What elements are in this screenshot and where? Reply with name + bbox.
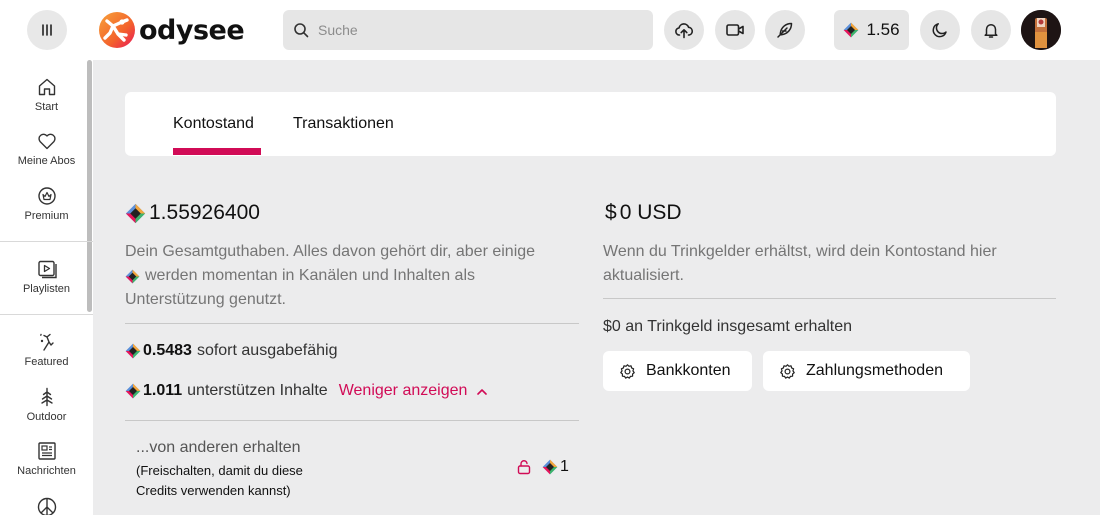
moon-icon bbox=[931, 21, 949, 39]
sidebar-item-featured[interactable]: Featured bbox=[0, 331, 93, 368]
divider bbox=[125, 323, 579, 324]
bank-accounts-label: Bankkonten bbox=[646, 362, 731, 379]
credits-icon bbox=[542, 459, 558, 475]
wallet-tabs: Kontostand Transaktionen bbox=[125, 92, 1056, 156]
received-title: ...von anderen erhalten bbox=[136, 439, 301, 456]
sidebar: Start Meine Abos Premium Playlisten Feat… bbox=[0, 60, 93, 515]
divider bbox=[603, 298, 1056, 299]
usd-total-value: 0 USD bbox=[619, 201, 682, 224]
premium-icon bbox=[36, 185, 58, 207]
unlock-icon[interactable] bbox=[516, 459, 532, 475]
spendable-balance-row: 0.5483 sofort ausgabefähig bbox=[125, 342, 337, 360]
sidebar-item-playlisten[interactable]: Playlisten bbox=[0, 258, 93, 295]
search-icon bbox=[293, 22, 309, 38]
bell-icon bbox=[982, 21, 1000, 39]
tab-kontostand[interactable]: Kontostand bbox=[173, 115, 254, 133]
active-tab-indicator bbox=[173, 148, 261, 155]
credits-icon bbox=[843, 22, 859, 38]
credits-icon bbox=[125, 203, 146, 224]
wallet-balance-button[interactable]: 1.56 bbox=[834, 10, 909, 50]
received-note: (Freischalten, damit du diese Credits ve… bbox=[136, 463, 303, 498]
tab-transaktionen[interactable]: Transaktionen bbox=[293, 115, 394, 133]
playlist-icon bbox=[36, 258, 58, 280]
show-less-link[interactable]: Weniger anzeigen bbox=[339, 382, 488, 400]
sidebar-item-premium[interactable]: Premium bbox=[0, 185, 93, 222]
lbc-total-balance: 1.55926400 bbox=[125, 201, 260, 225]
lbc-description-line: Dein Gesamtguthaben. Alles davon gehört … bbox=[125, 243, 536, 260]
upload-icon bbox=[674, 20, 694, 40]
publish-icon bbox=[775, 20, 795, 40]
sidebar-item-nachrichten[interactable]: Nachrichten bbox=[0, 440, 93, 477]
payment-methods-label: Zahlungsmethoden bbox=[806, 362, 943, 379]
credits-icon bbox=[125, 343, 141, 359]
publish-button[interactable] bbox=[765, 10, 805, 50]
balance-value: 1.56 bbox=[866, 20, 900, 39]
news-icon bbox=[36, 440, 58, 462]
sidebar-item-label: Featured bbox=[24, 356, 69, 368]
sidebar-item-label: Outdoor bbox=[26, 411, 67, 423]
sidebar-item-label: Nachrichten bbox=[17, 465, 76, 477]
search-input[interactable] bbox=[318, 22, 638, 38]
featured-icon bbox=[36, 331, 58, 353]
heart-icon bbox=[36, 130, 58, 152]
avatar[interactable] bbox=[1021, 10, 1061, 50]
show-less-label: Weniger anzeigen bbox=[338, 382, 468, 399]
top-bar: odysee 1.56 bbox=[0, 0, 1100, 60]
sidebar-item-meine-abos[interactable]: Meine Abos bbox=[0, 130, 93, 167]
home-icon bbox=[36, 76, 58, 98]
lbc-total-value: 1.55926400 bbox=[149, 201, 260, 224]
spendable-value: 0.5483 bbox=[143, 342, 192, 359]
sidebar-item-label: Premium bbox=[24, 210, 69, 222]
sidebar-item-start[interactable]: Start bbox=[0, 76, 93, 113]
notifications-button[interactable] bbox=[971, 10, 1011, 50]
credits-icon bbox=[125, 383, 141, 399]
tree-icon bbox=[36, 386, 58, 408]
sidebar-item-outdoor[interactable]: Outdoor bbox=[0, 386, 93, 423]
chevron-up-icon bbox=[477, 388, 488, 395]
supporting-value: 1.011 bbox=[143, 382, 183, 399]
sidebar-item-peace[interactable] bbox=[0, 496, 93, 515]
lbc-description-line: werden momentan in Kanälen und Inhalten … bbox=[145, 267, 475, 284]
spendable-label: sofort ausgabefähig bbox=[196, 342, 338, 359]
supporting-balance-row: 1.011 unterstützen Inhalte Weniger anzei… bbox=[125, 382, 488, 400]
dollar-icon: $ bbox=[605, 201, 617, 224]
gear-icon bbox=[619, 363, 636, 380]
sidebar-item-label: Meine Abos bbox=[17, 155, 76, 167]
search-bar[interactable] bbox=[283, 10, 653, 50]
sidebar-divider bbox=[0, 241, 93, 242]
peace-icon bbox=[36, 496, 58, 515]
upload-button[interactable] bbox=[664, 10, 704, 50]
menu-button[interactable] bbox=[27, 10, 67, 50]
odysee-logo-icon bbox=[98, 11, 136, 49]
received-value: 1 bbox=[560, 458, 569, 475]
lbc-description-line: Unterstützung genutzt. bbox=[125, 291, 286, 308]
lbc-description: Dein Gesamtguthaben. Alles davon gehört … bbox=[125, 240, 575, 312]
usd-description: Wenn du Trinkgelder erhältst, wird dein … bbox=[603, 243, 997, 284]
divider bbox=[125, 420, 579, 421]
usd-received-text: $0 an Trinkgeld insgesamt erhalten bbox=[603, 318, 853, 335]
gear-icon bbox=[779, 363, 796, 380]
supporting-label: unterstützen Inhalte bbox=[187, 382, 328, 399]
credits-icon bbox=[125, 269, 140, 284]
logo-text: odysee bbox=[139, 14, 245, 46]
theme-toggle-button[interactable] bbox=[920, 10, 960, 50]
video-icon bbox=[725, 20, 745, 40]
sidebar-item-label: Playlisten bbox=[22, 283, 71, 295]
payment-methods-button[interactable]: Zahlungsmethoden bbox=[763, 351, 970, 391]
sidebar-item-label: Start bbox=[34, 101, 59, 113]
received-amount-row: 1 bbox=[516, 458, 569, 476]
bank-accounts-button[interactable]: Bankkonten bbox=[603, 351, 752, 391]
sidebar-divider bbox=[0, 314, 93, 315]
go-live-button[interactable] bbox=[715, 10, 755, 50]
usd-total-balance: $ 0 USD bbox=[605, 201, 682, 225]
menu-icon bbox=[40, 23, 54, 37]
odysee-logo[interactable]: odysee bbox=[98, 11, 245, 49]
